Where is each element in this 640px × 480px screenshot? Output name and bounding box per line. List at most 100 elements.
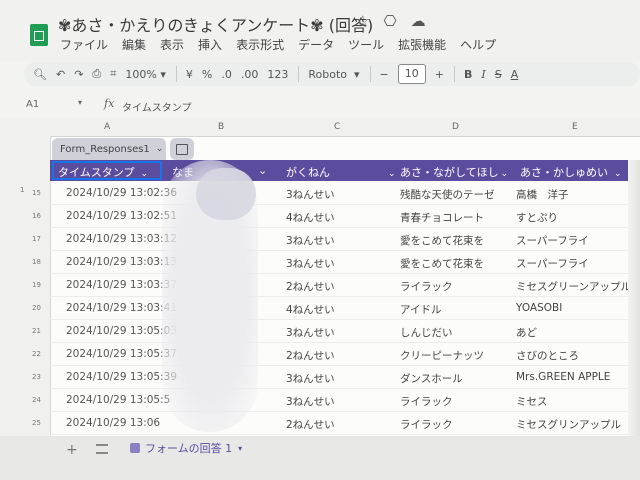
move-to-drive-icon[interactable]: ⎔ xyxy=(383,12,396,30)
grade-cell[interactable]: 3ねんせい xyxy=(286,394,335,409)
percent-format-button[interactable]: % xyxy=(202,64,212,84)
artist-cell[interactable]: 高橋 洋子 xyxy=(516,187,569,202)
artist-cell[interactable]: Mrs.GREEN APPLE xyxy=(516,371,610,383)
chevron-down-icon[interactable]: ⌄ xyxy=(156,144,164,154)
song-cell[interactable]: ライラック xyxy=(400,394,453,409)
font-size-increase-button[interactable]: + xyxy=(435,64,444,84)
grade-cell[interactable]: 3ねんせい xyxy=(286,187,335,202)
font-size-decrease-button[interactable]: − xyxy=(380,64,389,84)
grade-cell[interactable]: 3ねんせい xyxy=(286,325,335,340)
increase-decimal-button[interactable]: .00 xyxy=(241,64,259,84)
header-morning-song[interactable]: あさ・ながしてほし ⌄ xyxy=(400,164,508,180)
menu-data[interactable]: データ xyxy=(298,36,334,53)
redo-icon[interactable]: ↷ xyxy=(74,64,83,84)
row-number[interactable]: 25 xyxy=(32,419,41,427)
song-cell[interactable]: ダンスホール xyxy=(400,371,463,386)
undo-icon[interactable]: ↶ xyxy=(56,64,65,84)
menu-tools[interactable]: ツール xyxy=(348,36,384,53)
row-number[interactable]: 24 xyxy=(32,396,41,404)
row-number[interactable]: 18 xyxy=(32,258,41,266)
document-title[interactable]: ✾あさ・かえりのきょくアンケート✾ (回答) xyxy=(58,12,373,36)
row-number[interactable]: 1 xyxy=(20,186,24,194)
timestamp-cell[interactable]: 2024/10/29 13:06 xyxy=(66,417,160,429)
grade-cell[interactable]: 3ねんせい xyxy=(286,233,335,248)
artist-cell[interactable]: スーパーフライ xyxy=(516,256,589,271)
sheets-logo-icon[interactable] xyxy=(30,24,48,46)
timestamp-cell[interactable]: 2024/10/29 13:02:51 xyxy=(66,210,177,222)
currency-format-button[interactable]: ¥ xyxy=(186,64,193,84)
timestamp-cell[interactable]: 2024/10/29 13:05:37 xyxy=(66,348,177,360)
artist-cell[interactable]: ミセスグリンアップル xyxy=(516,417,621,432)
chevron-down-icon[interactable]: ▾ xyxy=(78,98,82,107)
chevron-down-icon[interactable]: ⌄ xyxy=(258,164,267,177)
menu-edit[interactable]: 編集 xyxy=(122,36,146,53)
chevron-down-icon[interactable]: ⌄ xyxy=(501,169,509,179)
timestamp-cell[interactable]: 2024/10/29 13:05:03 xyxy=(66,325,177,337)
timestamp-cell[interactable]: 2024/10/29 13:05:5 xyxy=(66,394,170,406)
menu-help[interactable]: ヘルプ xyxy=(460,36,496,53)
row-number[interactable]: 19 xyxy=(32,281,41,289)
menu-format[interactable]: 表示形式 xyxy=(236,36,284,53)
grade-cell[interactable]: 2ねんせい xyxy=(286,279,335,294)
bold-button[interactable]: B xyxy=(464,64,472,84)
chevron-down-icon[interactable]: ▾ xyxy=(238,444,242,453)
number-format-button[interactable]: 123 xyxy=(267,64,288,84)
print-icon[interactable]: ⎙ xyxy=(92,64,101,84)
decrease-decimal-button[interactable]: .0 xyxy=(221,64,232,84)
grade-cell[interactable]: 4ねんせい xyxy=(286,302,335,317)
song-cell[interactable]: ライラック xyxy=(400,279,453,294)
font-size-input[interactable]: 10 xyxy=(397,64,426,84)
timestamp-cell[interactable]: 2024/10/29 13:03:13 xyxy=(66,256,177,268)
chevron-down-icon[interactable]: ⌄ xyxy=(614,169,622,179)
song-cell[interactable]: 青春チョコレート xyxy=(400,210,484,225)
all-sheets-icon[interactable] xyxy=(96,444,108,454)
grade-cell[interactable]: 4ねんせい xyxy=(286,210,335,225)
column-header-d[interactable]: D xyxy=(452,122,459,132)
sheet-tab-responses[interactable]: フォームの回答 1 ▾ xyxy=(130,440,242,456)
search-menus-icon[interactable]: 🔍︎ xyxy=(33,64,47,84)
italic-button[interactable]: I xyxy=(481,64,485,84)
song-cell[interactable]: 愛をこめて花束を xyxy=(400,233,484,248)
add-sheet-icon[interactable]: + xyxy=(66,442,78,458)
timestamp-cell[interactable]: 2024/10/29 13:03:37 xyxy=(66,279,177,291)
artist-cell[interactable]: すとぷり xyxy=(516,210,558,225)
row-number[interactable]: 21 xyxy=(32,327,41,335)
column-header-c[interactable]: C xyxy=(334,122,340,132)
artist-cell[interactable]: あど xyxy=(516,325,537,340)
grade-cell[interactable]: 2ねんせい xyxy=(286,417,335,432)
header-morning-artist[interactable]: あさ・かしゅめい ⌄ xyxy=(520,164,622,180)
menu-file[interactable]: ファイル xyxy=(60,36,108,53)
artist-cell[interactable]: スーパーフライ xyxy=(516,233,589,248)
star-icon[interactable]: ☆ xyxy=(356,12,369,30)
artist-cell[interactable]: YOASOBI xyxy=(516,302,562,314)
paint-format-icon[interactable]: ⌗ xyxy=(110,64,116,84)
artist-cell[interactable]: ミセス xyxy=(516,394,548,409)
artist-cell[interactable]: ミセスグリーンアップル xyxy=(516,279,631,294)
song-cell[interactable]: しんじだい xyxy=(400,325,453,340)
strikethrough-button[interactable]: S xyxy=(495,64,502,84)
grade-cell[interactable]: 3ねんせい xyxy=(286,256,335,271)
song-cell[interactable]: 残酷な天使のテーゼ xyxy=(400,187,495,202)
timestamp-cell[interactable]: 2024/10/29 13:02:36 xyxy=(66,187,177,199)
name-box[interactable]: A1 xyxy=(26,99,39,110)
row-number[interactable]: 22 xyxy=(32,350,41,358)
font-select[interactable]: Roboto ▾ xyxy=(308,64,359,84)
timestamp-cell[interactable]: 2024/10/29 13:05:39 xyxy=(66,371,177,383)
table-icon[interactable] xyxy=(170,138,194,160)
grade-cell[interactable]: 2ねんせい xyxy=(286,348,335,363)
song-cell[interactable]: ライラック xyxy=(400,417,453,432)
menu-extensions[interactable]: 拡張機能 xyxy=(398,36,446,53)
text-color-button[interactable]: A xyxy=(511,64,519,84)
formula-input[interactable]: タイムスタンプ xyxy=(122,99,192,114)
artist-cell[interactable]: さびのところ xyxy=(516,348,579,363)
column-header-a[interactable]: A xyxy=(104,122,110,132)
cloud-status-icon[interactable]: ☁ xyxy=(411,12,426,30)
menu-insert[interactable]: 挿入 xyxy=(198,36,222,53)
zoom-select[interactable]: 100% ▾ xyxy=(125,64,165,84)
timestamp-cell[interactable]: 2024/10/29 13:03:41 xyxy=(66,302,177,314)
column-header-b[interactable]: B xyxy=(218,122,224,132)
header-grade[interactable]: がくねん ⌄ xyxy=(286,164,396,180)
row-number[interactable]: 16 xyxy=(32,212,41,220)
row-number[interactable]: 15 xyxy=(32,189,41,197)
table-name-tab[interactable]: Form_Responses1 ⌄ xyxy=(52,138,166,160)
